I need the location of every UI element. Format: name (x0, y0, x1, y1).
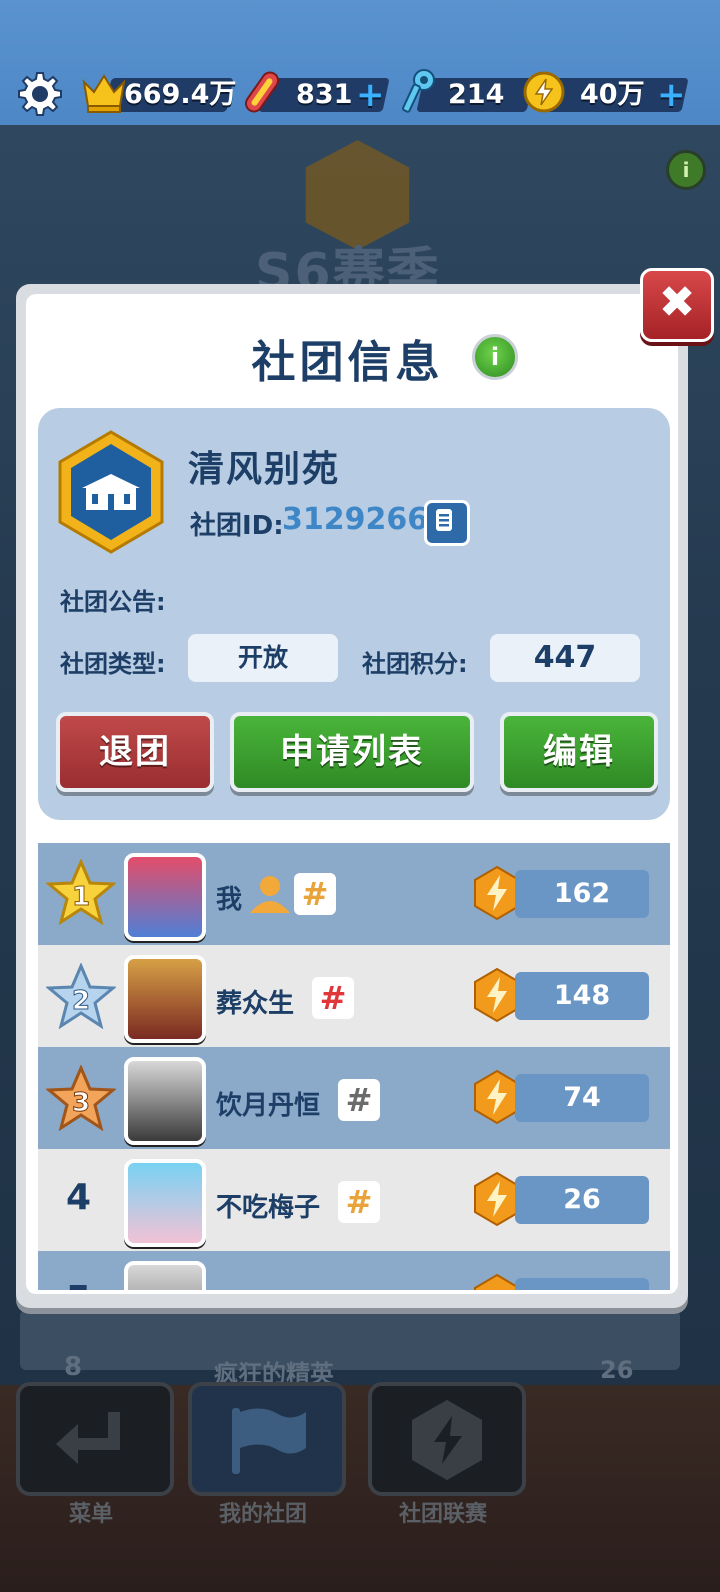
avatar[interactable] (124, 955, 206, 1043)
avatar[interactable] (124, 1261, 206, 1290)
application-list-button[interactable]: 申请列表 (230, 712, 474, 792)
settings-gear-icon[interactable] (16, 70, 64, 118)
club-tag-icon: # (338, 1181, 380, 1223)
background-ranking-row (20, 1310, 680, 1370)
svg-text:1: 1 (72, 882, 90, 912)
dialog-title: 社团信息 (251, 337, 444, 388)
member-name: 葬众生 (216, 989, 295, 1019)
member-name: 我 (216, 885, 243, 915)
copy-id-icon[interactable] (424, 500, 470, 546)
leave-club-button[interactable]: 退团 (56, 712, 214, 792)
add-coins-button[interactable]: + (657, 78, 686, 112)
member-score (515, 1278, 649, 1290)
club-emblem-icon (56, 430, 166, 554)
member-score: 26 (515, 1176, 649, 1224)
member-row[interactable]: 5 (38, 1251, 670, 1290)
club-name: 清风别苑 (188, 449, 341, 490)
menu-button[interactable] (16, 1382, 174, 1496)
avatar[interactable] (124, 1159, 206, 1247)
flag-icon (232, 1408, 306, 1474)
season-info-icon[interactable]: i (666, 150, 706, 190)
member-row[interactable]: 2 葬众生 # 148 (38, 945, 670, 1047)
club-type-label: 社团类型: (60, 650, 166, 678)
edit-button[interactable]: 编辑 (500, 712, 658, 792)
coin-icon (522, 70, 566, 118)
key-count: 214 (448, 79, 505, 110)
info-icon[interactable]: i (472, 334, 518, 380)
return-arrow-icon (56, 1412, 120, 1464)
avatar[interactable] (124, 1057, 206, 1145)
club-notice-label: 社团公告: (60, 588, 166, 616)
crown-icon (80, 70, 128, 118)
member-name: 饮月丹恒 (216, 1091, 321, 1121)
member-row[interactable]: 3 饮月丹恒 # 74 (38, 1047, 670, 1149)
club-points-field: 447 (490, 634, 640, 682)
club-tag-icon: # (312, 977, 354, 1019)
crown-count: 669.4万 (124, 79, 237, 110)
self-user-icon (248, 873, 292, 919)
background-row-score: 26 (600, 1356, 634, 1384)
club-tag-icon: # (338, 1079, 380, 1121)
member-score: 162 (515, 870, 649, 918)
member-row[interactable]: 1 我 # 162 (38, 843, 670, 945)
club-id-label: 社团ID: (190, 511, 284, 541)
hoverboard-icon (240, 68, 284, 120)
member-score: 74 (515, 1074, 649, 1122)
svg-text:2: 2 (72, 986, 90, 1016)
key-icon (398, 68, 438, 120)
menu-label: 菜单 (68, 1502, 113, 1527)
member-score: 148 (515, 972, 649, 1020)
member-name: 不吃梅子 (216, 1193, 321, 1223)
club-league-button[interactable] (368, 1382, 526, 1496)
rank-number: 4 (66, 1177, 92, 1218)
gold-star-icon: 1 (45, 858, 117, 926)
lightning-hex-icon (412, 1400, 482, 1480)
club-type-field: 开放 (188, 634, 338, 682)
rank-number: 5 (66, 1279, 91, 1290)
club-tag-icon: # (294, 873, 336, 915)
my-club-label: 我的社团 (218, 1502, 307, 1527)
board-count: 831 (296, 79, 353, 110)
club-points-label: 社团积分: (362, 650, 468, 678)
club-id-value: 3129266 (282, 502, 429, 537)
background-row-rank: 8 (64, 1352, 83, 1382)
avatar[interactable] (124, 853, 206, 941)
coin-count: 40万 (580, 79, 645, 110)
silver-star-icon: 2 (45, 962, 117, 1030)
my-club-button[interactable] (188, 1382, 346, 1496)
bronze-star-icon: 3 (45, 1064, 117, 1132)
member-list[interactable]: 1 我 # 162 2 葬众生 # 148 3 饮月丹恒 # 74 4 不吃梅子… (38, 843, 670, 1290)
svg-text:3: 3 (72, 1088, 90, 1118)
member-row[interactable]: 4 不吃梅子 # 26 (38, 1149, 670, 1251)
club-league-label: 社团联赛 (398, 1502, 487, 1527)
add-boards-button[interactable]: + (356, 78, 385, 112)
